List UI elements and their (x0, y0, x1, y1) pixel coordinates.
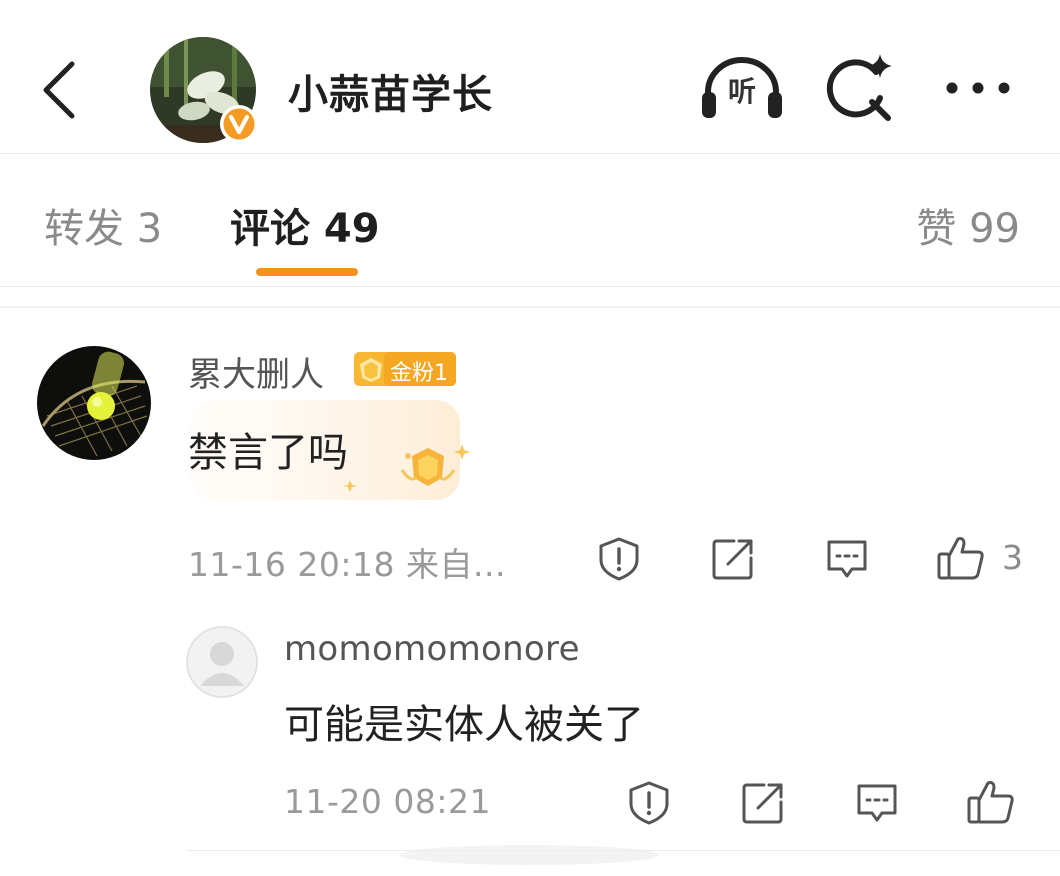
tabs-divider (0, 286, 1060, 287)
report-button[interactable] (596, 536, 642, 582)
section-divider (0, 306, 1060, 308)
tab-comment[interactable]: 评论 49 (230, 196, 380, 254)
repost-icon (742, 783, 783, 824)
report-icon (599, 537, 639, 581)
reply-repost-button[interactable] (740, 780, 786, 826)
reply-like-button[interactable] (966, 778, 1016, 826)
commenter-username[interactable]: 累大删人 (188, 347, 324, 396)
comment-icon (857, 784, 897, 822)
like-icon (967, 781, 1014, 824)
reply-report-button[interactable] (626, 780, 672, 826)
reply-comment-button[interactable] (854, 780, 900, 826)
back-button[interactable] (36, 58, 84, 122)
comment-button[interactable] (824, 536, 870, 582)
header-divider (0, 153, 1060, 154)
active-tab-indicator (256, 268, 358, 276)
ellipsis-icon (946, 82, 1010, 94)
reply-timestamp: 11-20 08:21 (284, 782, 491, 821)
repost-button[interactable] (710, 536, 756, 582)
tab-like[interactable]: 赞 99 (916, 196, 1020, 254)
like-icon (937, 537, 984, 580)
reply-text: 可能是实体人被关了 (284, 702, 644, 748)
comment-icon (827, 540, 867, 578)
repost-icon (712, 539, 753, 580)
listen-label: 听 (727, 75, 756, 108)
watermark-smudge (396, 840, 662, 870)
fan-badge-label: 金粉1 (390, 361, 448, 386)
more-button[interactable] (942, 72, 1014, 104)
comment-timestamp: 11-16 20:18 来自... (188, 545, 506, 584)
search-button[interactable] (826, 52, 896, 124)
commenter-avatar[interactable] (37, 346, 151, 460)
chevron-left-icon (43, 61, 75, 119)
like-count: 3 (1002, 538, 1023, 577)
search-sparkle-icon (826, 54, 892, 121)
page-title: 小蒜苗学长 (288, 72, 493, 118)
like-button[interactable] (936, 534, 986, 582)
fan-badge: 金粉1 (354, 352, 456, 386)
listen-button[interactable]: 听 (698, 54, 786, 124)
replier-avatar[interactable] (186, 626, 258, 698)
tab-repost[interactable]: 转发 3 (44, 196, 162, 254)
replier-username[interactable]: momomomonore (284, 629, 580, 669)
report-icon (629, 781, 669, 825)
comment-text: 禁言了吗 (188, 430, 348, 476)
verified-badge-icon (218, 103, 260, 145)
